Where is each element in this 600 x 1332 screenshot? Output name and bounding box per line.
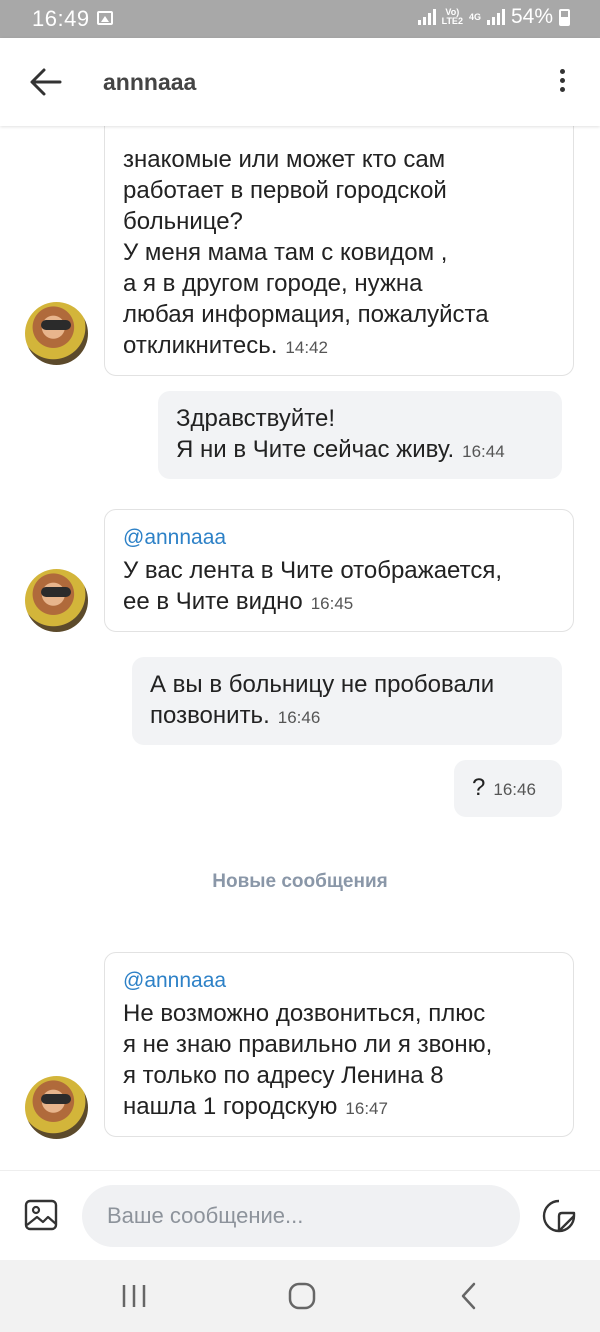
avatar[interactable] — [25, 569, 88, 632]
battery-icon — [559, 8, 570, 26]
status-icons: Vo) LTE2 4G 54% — [417, 5, 570, 29]
message-time: 16:47 — [345, 1099, 388, 1118]
avatar[interactable] — [25, 302, 88, 365]
message-time: 16:44 — [462, 442, 505, 461]
nav-back-icon[interactable] — [450, 1280, 490, 1312]
message-time: 16:45 — [310, 594, 354, 613]
message-text: знакомые или может кто сам работает в пе… — [123, 126, 555, 363]
system-nav-bar — [0, 1260, 600, 1332]
status-bar: 16:49 Vo) LTE2 4G 54% — [0, 0, 600, 38]
message-incoming[interactable]: знакомые или может кто сам работает в пе… — [104, 126, 574, 376]
message-time: 14:42 — [285, 338, 328, 357]
message-time: 16:46 — [277, 708, 321, 727]
message-outgoing[interactable]: А вы в больницу не пробовали позвонить. 1… — [132, 657, 562, 745]
chat-header: annnaaa — [0, 38, 600, 126]
nav-recents-icon[interactable] — [114, 1280, 154, 1312]
new-messages-divider: Новые сообщения — [212, 871, 388, 892]
back-arrow-icon[interactable] — [26, 62, 66, 102]
gallery-icon[interactable] — [24, 1198, 58, 1232]
composer-bar — [0, 1170, 600, 1260]
message-time: 16:46 — [493, 780, 536, 799]
volte-indicator: Vo) LTE2 — [441, 7, 463, 26]
battery-percent: 54% — [510, 5, 553, 28]
network-type: 4G — [468, 11, 481, 22]
message-incoming[interactable]: @annnaaa Не возможно дозвониться, плюс я… — [104, 952, 574, 1137]
avatar[interactable] — [25, 1076, 88, 1139]
message-outgoing[interactable]: Здравствуйте! Я ни в Чите сейчас живу. 16… — [158, 391, 562, 479]
mention-link[interactable]: @annnaaa — [123, 965, 555, 996]
chat-title[interactable]: annnaaa — [103, 69, 196, 96]
mention-link[interactable]: @annnaaa — [123, 522, 555, 553]
nav-home-icon[interactable] — [282, 1280, 322, 1312]
sticker-icon[interactable] — [541, 1198, 577, 1234]
cell-signal-icon — [486, 9, 505, 25]
message-input[interactable] — [82, 1185, 520, 1247]
gallery-notification-icon — [97, 11, 113, 25]
message-incoming[interactable]: @annnaaa У вас лента в Чите отображается… — [104, 509, 574, 632]
more-vertical-icon[interactable] — [550, 66, 574, 100]
clipped-line — [123, 126, 555, 144]
message-outgoing[interactable]: ? 16:46 — [454, 760, 562, 817]
status-time: 16:49 — [32, 6, 90, 31]
message-list[interactable]: знакомые или может кто сам работает в пе… — [0, 126, 600, 1170]
wifi-signal-icon — [417, 9, 436, 25]
